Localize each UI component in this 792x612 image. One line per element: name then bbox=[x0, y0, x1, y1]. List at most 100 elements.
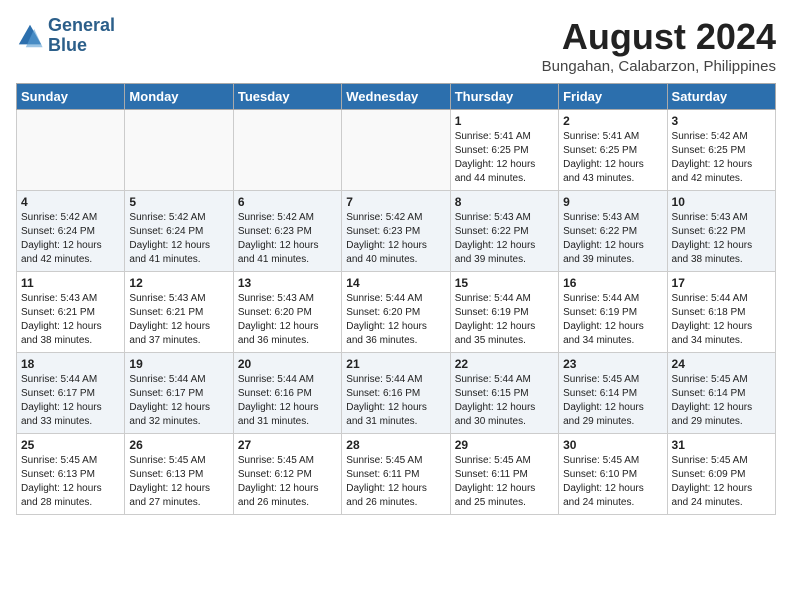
day-info: Sunrise: 5:43 AM Sunset: 6:22 PM Dayligh… bbox=[455, 211, 554, 267]
calendar-cell: 19 Sunrise: 5:44 AM Sunset: 6:17 PM Dayli… bbox=[125, 353, 233, 434]
day-number: 31 bbox=[672, 438, 771, 452]
day-info: Sunrise: 5:42 AM Sunset: 6:24 PM Dayligh… bbox=[21, 211, 120, 267]
day-info: Sunrise: 5:42 AM Sunset: 6:25 PM Dayligh… bbox=[672, 130, 771, 186]
logo: General Blue bbox=[16, 16, 115, 56]
calendar-cell: 1Sunrise: 5:41 AM Sunset: 6:25 PM Daylig… bbox=[450, 110, 558, 191]
day-info: Sunrise: 5:43 AM Sunset: 6:20 PM Dayligh… bbox=[238, 292, 337, 348]
day-number: 17 bbox=[672, 276, 771, 290]
day-info: Sunrise: 5:44 AM Sunset: 6:16 PM Dayligh… bbox=[238, 373, 337, 429]
calendar-header-tuesday: Tuesday bbox=[233, 84, 341, 110]
calendar-cell: 8 Sunrise: 5:43 AM Sunset: 6:22 PM Daylig… bbox=[450, 191, 558, 272]
calendar-cell bbox=[233, 110, 341, 191]
day-number: 30 bbox=[563, 438, 662, 452]
day-number: 22 bbox=[455, 357, 554, 371]
calendar-cell: 11Sunrise: 5:43 AM Sunset: 6:21 PM Dayli… bbox=[17, 272, 125, 353]
calendar-cell: 13 Sunrise: 5:43 AM Sunset: 6:20 PM Dayli… bbox=[233, 272, 341, 353]
calendar-cell: 2 Sunrise: 5:41 AM Sunset: 6:25 PM Daylig… bbox=[559, 110, 667, 191]
day-number: 2 bbox=[563, 114, 662, 128]
day-info: Sunrise: 5:45 AM Sunset: 6:13 PM Dayligh… bbox=[129, 454, 228, 510]
day-info: Sunrise: 5:44 AM Sunset: 6:16 PM Dayligh… bbox=[346, 373, 445, 429]
calendar-cell: 31Sunrise: 5:45 AM Sunset: 6:09 PM Dayli… bbox=[667, 434, 775, 515]
day-info: Sunrise: 5:43 AM Sunset: 6:21 PM Dayligh… bbox=[129, 292, 228, 348]
day-number: 18 bbox=[21, 357, 120, 371]
day-number: 8 bbox=[455, 195, 554, 209]
calendar-cell: 20 Sunrise: 5:44 AM Sunset: 6:16 PM Dayli… bbox=[233, 353, 341, 434]
calendar-header-monday: Monday bbox=[125, 84, 233, 110]
day-number: 28 bbox=[346, 438, 445, 452]
calendar-cell: 30 Sunrise: 5:45 AM Sunset: 6:10 PM Dayli… bbox=[559, 434, 667, 515]
day-info: Sunrise: 5:43 AM Sunset: 6:22 PM Dayligh… bbox=[563, 211, 662, 267]
day-number: 27 bbox=[238, 438, 337, 452]
day-number: 23 bbox=[563, 357, 662, 371]
day-info: Sunrise: 5:42 AM Sunset: 6:23 PM Dayligh… bbox=[238, 211, 337, 267]
day-number: 20 bbox=[238, 357, 337, 371]
day-number: 19 bbox=[129, 357, 228, 371]
day-number: 13 bbox=[238, 276, 337, 290]
calendar-cell: 3 Sunrise: 5:42 AM Sunset: 6:25 PM Daylig… bbox=[667, 110, 775, 191]
calendar-week-row: 4 Sunrise: 5:42 AM Sunset: 6:24 PM Daylig… bbox=[17, 191, 776, 272]
day-info: Sunrise: 5:45 AM Sunset: 6:12 PM Dayligh… bbox=[238, 454, 337, 510]
calendar-cell: 14 Sunrise: 5:44 AM Sunset: 6:20 PM Dayli… bbox=[342, 272, 450, 353]
calendar-cell: 22Sunrise: 5:44 AM Sunset: 6:15 PM Dayli… bbox=[450, 353, 558, 434]
day-info: Sunrise: 5:45 AM Sunset: 6:14 PM Dayligh… bbox=[672, 373, 771, 429]
calendar-header-row: SundayMondayTuesdayWednesdayThursdayFrid… bbox=[17, 84, 776, 110]
day-info: Sunrise: 5:45 AM Sunset: 6:14 PM Dayligh… bbox=[563, 373, 662, 429]
day-number: 26 bbox=[129, 438, 228, 452]
calendar-cell: 15Sunrise: 5:44 AM Sunset: 6:19 PM Dayli… bbox=[450, 272, 558, 353]
logo-text: General Blue bbox=[48, 16, 115, 56]
calendar-header-wednesday: Wednesday bbox=[342, 84, 450, 110]
day-number: 1 bbox=[455, 114, 554, 128]
calendar-table: SundayMondayTuesdayWednesdayThursdayFrid… bbox=[16, 83, 776, 515]
day-number: 6 bbox=[238, 195, 337, 209]
calendar-header-friday: Friday bbox=[559, 84, 667, 110]
calendar-cell: 18Sunrise: 5:44 AM Sunset: 6:17 PM Dayli… bbox=[17, 353, 125, 434]
day-info: Sunrise: 5:43 AM Sunset: 6:22 PM Dayligh… bbox=[672, 211, 771, 267]
day-info: Sunrise: 5:44 AM Sunset: 6:20 PM Dayligh… bbox=[346, 292, 445, 348]
calendar-cell: 28 Sunrise: 5:45 AM Sunset: 6:11 PM Dayli… bbox=[342, 434, 450, 515]
day-info: Sunrise: 5:45 AM Sunset: 6:11 PM Dayligh… bbox=[346, 454, 445, 510]
day-number: 25 bbox=[21, 438, 120, 452]
calendar-week-row: 1 Sunrise: 5:41 AM Sunset: 6:25 PM Daylig… bbox=[17, 110, 776, 191]
day-number: 14 bbox=[346, 276, 445, 290]
calendar-cell: 26 Sunrise: 5:45 AM Sunset: 6:13 PM Dayli… bbox=[125, 434, 233, 515]
day-number: 29 bbox=[455, 438, 554, 452]
calendar-cell: 23 Sunrise: 5:45 AM Sunset: 6:14 PM Dayli… bbox=[559, 353, 667, 434]
calendar-header-sunday: Sunday bbox=[17, 84, 125, 110]
calendar-cell bbox=[17, 110, 125, 191]
calendar-cell: 10 Sunrise: 5:43 AM Sunset: 6:22 PM Dayli… bbox=[667, 191, 775, 272]
day-number: 10 bbox=[672, 195, 771, 209]
day-info: Sunrise: 5:45 AM Sunset: 6:13 PM Dayligh… bbox=[21, 454, 120, 510]
day-info: Sunrise: 5:44 AM Sunset: 6:19 PM Dayligh… bbox=[455, 292, 554, 348]
calendar-cell: 9Sunrise: 5:43 AM Sunset: 6:22 PM Daylig… bbox=[559, 191, 667, 272]
day-info: Sunrise: 5:44 AM Sunset: 6:18 PM Dayligh… bbox=[672, 292, 771, 348]
calendar-header-saturday: Saturday bbox=[667, 84, 775, 110]
day-info: Sunrise: 5:41 AM Sunset: 6:25 PM Dayligh… bbox=[563, 130, 662, 186]
calendar-cell: 17 Sunrise: 5:44 AM Sunset: 6:18 PM Dayli… bbox=[667, 272, 775, 353]
day-number: 3 bbox=[672, 114, 771, 128]
calendar-cell: 29Sunrise: 5:45 AM Sunset: 6:11 PM Dayli… bbox=[450, 434, 558, 515]
calendar-week-row: 18 Sunrise: 5:44 AM Sunset: 6:17 PM Dayli… bbox=[17, 353, 776, 434]
day-number: 12 bbox=[129, 276, 228, 290]
calendar-cell: 7Sunrise: 5:42 AM Sunset: 6:23 PM Daylig… bbox=[342, 191, 450, 272]
day-info: Sunrise: 5:44 AM Sunset: 6:19 PM Dayligh… bbox=[563, 292, 662, 348]
title-area: August 2024 Bungahan, Calabarzon, Philip… bbox=[542, 16, 776, 75]
page-title: August 2024 bbox=[542, 16, 776, 58]
day-number: 4 bbox=[21, 195, 120, 209]
page-subtitle: Bungahan, Calabarzon, Philippines bbox=[542, 58, 776, 75]
calendar-week-row: 11Sunrise: 5:43 AM Sunset: 6:21 PM Dayli… bbox=[17, 272, 776, 353]
calendar-week-row: 25 Sunrise: 5:45 AM Sunset: 6:13 PM Dayli… bbox=[17, 434, 776, 515]
calendar-cell: 21 Sunrise: 5:44 AM Sunset: 6:16 PM Dayli… bbox=[342, 353, 450, 434]
day-info: Sunrise: 5:45 AM Sunset: 6:10 PM Dayligh… bbox=[563, 454, 662, 510]
calendar-cell: 27 Sunrise: 5:45 AM Sunset: 6:12 PM Dayli… bbox=[233, 434, 341, 515]
calendar-cell: 25 Sunrise: 5:45 AM Sunset: 6:13 PM Dayli… bbox=[17, 434, 125, 515]
day-info: Sunrise: 5:44 AM Sunset: 6:17 PM Dayligh… bbox=[129, 373, 228, 429]
calendar-cell: 6 Sunrise: 5:42 AM Sunset: 6:23 PM Daylig… bbox=[233, 191, 341, 272]
header: General Blue August 2024 Bungahan, Calab… bbox=[16, 16, 776, 75]
calendar-cell bbox=[342, 110, 450, 191]
calendar-cell: 16Sunrise: 5:44 AM Sunset: 6:19 PM Dayli… bbox=[559, 272, 667, 353]
logo-icon bbox=[16, 22, 44, 50]
day-number: 21 bbox=[346, 357, 445, 371]
day-info: Sunrise: 5:43 AM Sunset: 6:21 PM Dayligh… bbox=[21, 292, 120, 348]
calendar-cell: 4 Sunrise: 5:42 AM Sunset: 6:24 PM Daylig… bbox=[17, 191, 125, 272]
day-info: Sunrise: 5:42 AM Sunset: 6:23 PM Dayligh… bbox=[346, 211, 445, 267]
